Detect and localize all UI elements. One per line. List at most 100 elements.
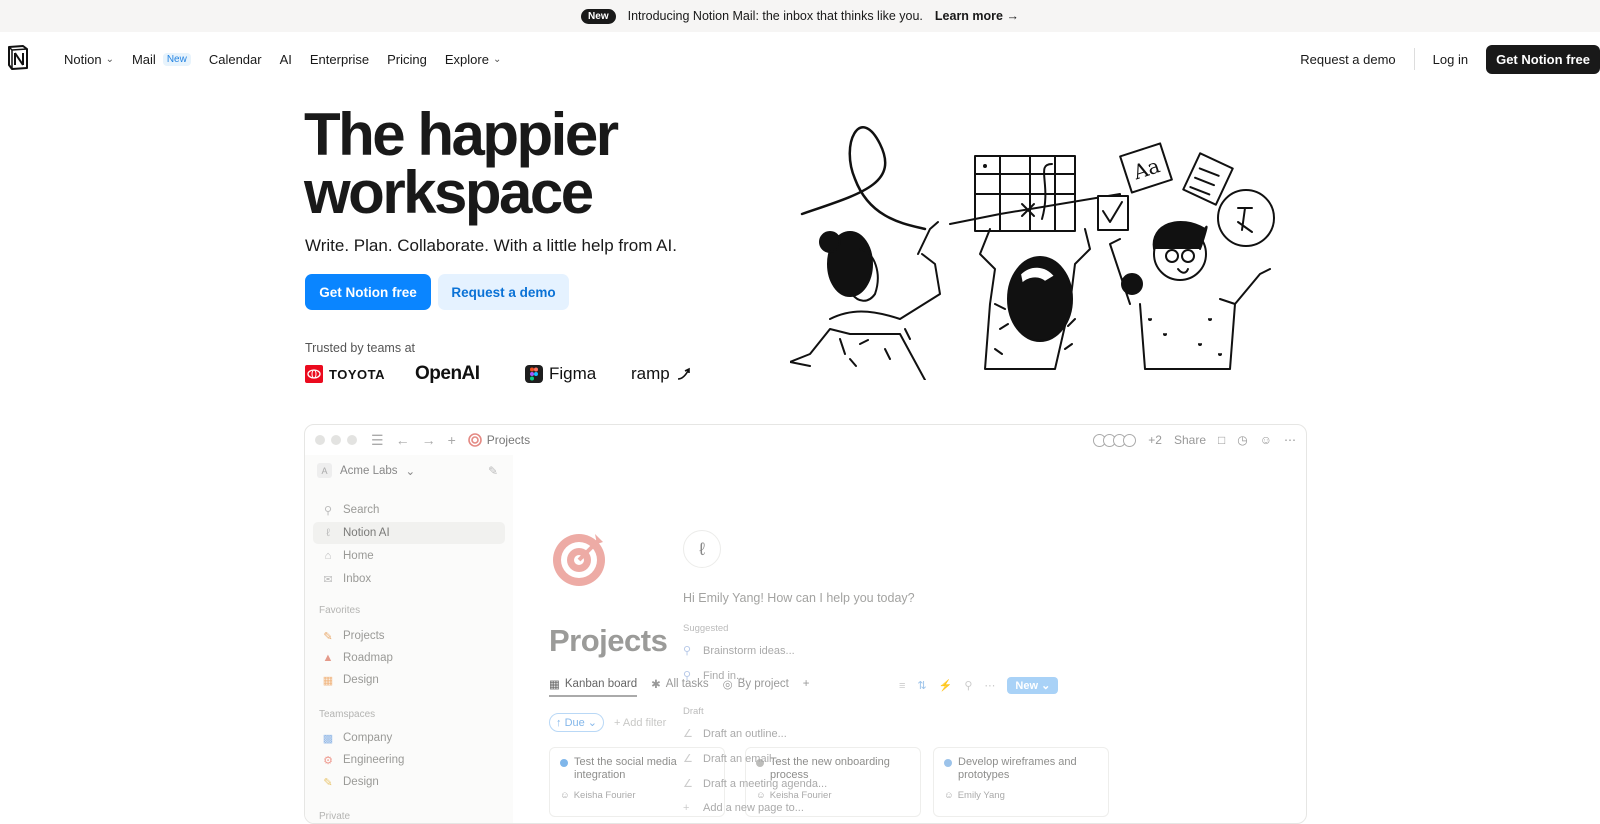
back-arrow-icon[interactable]: ← (396, 432, 410, 448)
search-icon: ⚲ (683, 645, 692, 657)
sidebar-item-search[interactable]: ⚲ Search (313, 499, 505, 521)
menu-icon[interactable]: ☰ (371, 432, 384, 449)
app-titlebar: ☰ ← → + Projects +2 Share □ ◷ ☺ ⋯ (305, 425, 1306, 455)
nav-notion-label: Notion (64, 51, 102, 67)
plus-icon[interactable]: + (448, 432, 456, 448)
teamspaces-label: Teamspaces (319, 709, 376, 720)
ai-draft-item[interactable]: ∠ Draft an email... (683, 752, 781, 766)
workspace-switcher[interactable]: A Acme Labs ⌄ (317, 463, 415, 478)
nav-divider (1413, 48, 1415, 70)
more-icon[interactable]: ⋯ (1284, 433, 1296, 447)
asterisk-icon: ✱ (651, 679, 661, 691)
pencil-icon: ∠ (683, 728, 693, 740)
sidebar-item-inbox[interactable]: ✉ Inbox (313, 568, 505, 590)
ai-face-icon: ℓ (683, 530, 721, 568)
nav-pricing[interactable]: Pricing (387, 52, 427, 67)
ai-face-illustration (1217, 189, 1275, 247)
target-icon (467, 433, 482, 447)
new-badge: New (581, 8, 616, 24)
login-link[interactable]: Log in (1433, 52, 1468, 67)
app-main: Projects ▦ Kanban board ✱ All tasks ◎ By pr… (513, 455, 1306, 823)
customer-logos: TOYOTA OpenAI Figma ramp (305, 362, 692, 386)
sidebar-item-projects[interactable]: ✎ Projects (313, 625, 505, 647)
nav-links: Notion ⌄ Mail New Calendar AI Enterprise P… (64, 32, 519, 86)
ramp-wordmark: ramp (631, 364, 670, 383)
sidebar-item-label: Inbox (343, 573, 372, 585)
hero-get-notion-free-button[interactable]: Get Notion free (305, 274, 431, 310)
draft-label: Draft (683, 706, 704, 717)
ai-draft-item[interactable]: ∠ Draft a meeting agenda... (683, 777, 827, 791)
nav-calendar-label: Calendar (208, 51, 262, 67)
sidebar-item-home[interactable]: ⌂ Home (313, 545, 505, 567)
plus-icon: + (683, 802, 690, 814)
home-icon: ⌂ (324, 550, 332, 562)
nav-ai-label: AI (279, 51, 292, 67)
target-icon (553, 534, 605, 586)
figma-icon (525, 365, 543, 383)
get-notion-free-button[interactable]: Get Notion free (1486, 44, 1600, 74)
nav-enterprise[interactable]: Enterprise (310, 52, 369, 67)
notion-logo-icon[interactable] (6, 44, 30, 70)
sidebar-item-design[interactable]: ▦ Design (313, 669, 505, 691)
sidebar-item-label: Design (343, 674, 379, 686)
collaborator-avatars[interactable] (1093, 433, 1137, 447)
pencil-icon: ✎ (323, 630, 333, 643)
avatar: ☺ (560, 790, 570, 801)
pencil-icon: ∠ (683, 778, 693, 790)
request-demo-link[interactable]: Request a demo (1300, 52, 1395, 67)
nav-notion[interactable]: Notion ⌄ (64, 52, 114, 67)
comment-icon[interactable]: □ (1218, 433, 1225, 447)
learn-more-link[interactable]: Learn more → (935, 9, 1019, 23)
sidebar-item-label: Home (343, 550, 374, 562)
chevron-down-icon: ⌄ (405, 465, 416, 478)
nav-explore-label: Explore (444, 51, 489, 67)
trusted-label: Trusted by teams at (305, 341, 415, 355)
nav-ai[interactable]: AI (280, 52, 292, 67)
ai-draft-label: Draft an outline... (703, 727, 787, 740)
ai-add-page-label: Add a new page to... (703, 802, 804, 814)
add-filter-button[interactable]: + Add filter (614, 717, 666, 729)
pencil-icon: ✎ (323, 776, 333, 789)
ai-face-icon[interactable]: ☺ (1260, 433, 1272, 447)
font-card-illustration: Aa (1119, 142, 1173, 194)
openai-logo: OpenAI (415, 363, 525, 385)
board-icon: ▦ (549, 679, 560, 691)
ai-suggestion-item[interactable]: ⚲ Find in... (683, 669, 745, 683)
nav-explore[interactable]: Explore ⌄ (445, 52, 501, 67)
nav-mail[interactable]: Mail New (132, 52, 191, 67)
sidebar-item-roadmap[interactable]: ▲ Roadmap (313, 647, 505, 669)
suggested-label: Suggested (683, 623, 729, 634)
sidebar-item-engineering[interactable]: ⚙ Engineering (313, 749, 505, 771)
ai-suggestion-item[interactable]: ⚲ Brainstorm ideas... (683, 644, 795, 658)
announcement-text: Introducing Notion Mail: the inbox that … (627, 9, 923, 23)
status-dot (560, 759, 568, 767)
window-controls (315, 435, 357, 445)
share-button[interactable]: Share (1174, 433, 1206, 447)
announcement-bar: New Introducing Notion Mail: the inbox t… (0, 0, 1600, 32)
window-dot (315, 435, 325, 445)
ai-draft-item[interactable]: ∠ Draft an outline... (683, 727, 787, 741)
ai-add-page-item[interactable]: + Add a new page to... (683, 802, 804, 814)
mail-new-badge: New (162, 52, 191, 66)
nav-pricing-label: Pricing (387, 51, 427, 67)
sidebar-item-company[interactable]: ▩ Company (313, 727, 505, 749)
tab-kanban-board[interactable]: ▦ Kanban board (549, 677, 638, 697)
sidebar-item-notion-ai[interactable]: ℓ Notion AI (313, 522, 505, 544)
hero-request-demo-button[interactable]: Request a demo (438, 274, 569, 310)
sidebar-item-design-team[interactable]: ✎ Design (313, 771, 505, 793)
hero-title-line-1: The happier (304, 101, 619, 168)
due-filter-chip[interactable]: ↑ Due ⌄ (549, 713, 605, 732)
hero-title: The happier workspace (304, 101, 619, 226)
workspace-name: Acme Labs (340, 464, 398, 477)
hero-title-line-2: workspace (304, 159, 594, 226)
card-owner: Keisha Fourier (573, 790, 636, 801)
clock-icon[interactable]: ◷ (1237, 433, 1247, 447)
nav-calendar[interactable]: Calendar (209, 52, 262, 67)
new-page-icon[interactable]: ✎ (488, 464, 498, 478)
sidebar-item-label: Roadmap (343, 652, 393, 664)
window-dot (331, 435, 341, 445)
forward-arrow-icon[interactable]: → (422, 432, 436, 448)
breadcrumb[interactable]: Projects (467, 433, 530, 447)
chevron-down-icon: ⌄ (105, 53, 114, 65)
ramp-arrow-icon (677, 367, 690, 380)
